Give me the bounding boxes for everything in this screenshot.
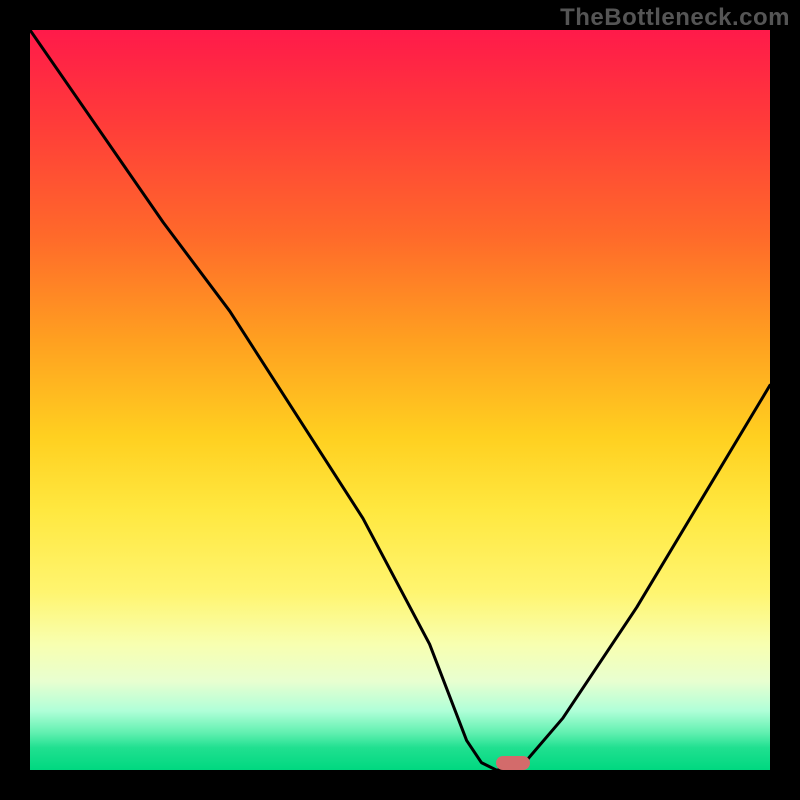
curve-svg bbox=[30, 30, 770, 770]
chart-frame: TheBottleneck.com bbox=[0, 0, 800, 800]
watermark-text: TheBottleneck.com bbox=[560, 4, 790, 32]
bottleneck-curve-path bbox=[30, 30, 770, 770]
optimal-marker bbox=[496, 756, 530, 770]
plot-area bbox=[30, 30, 770, 770]
